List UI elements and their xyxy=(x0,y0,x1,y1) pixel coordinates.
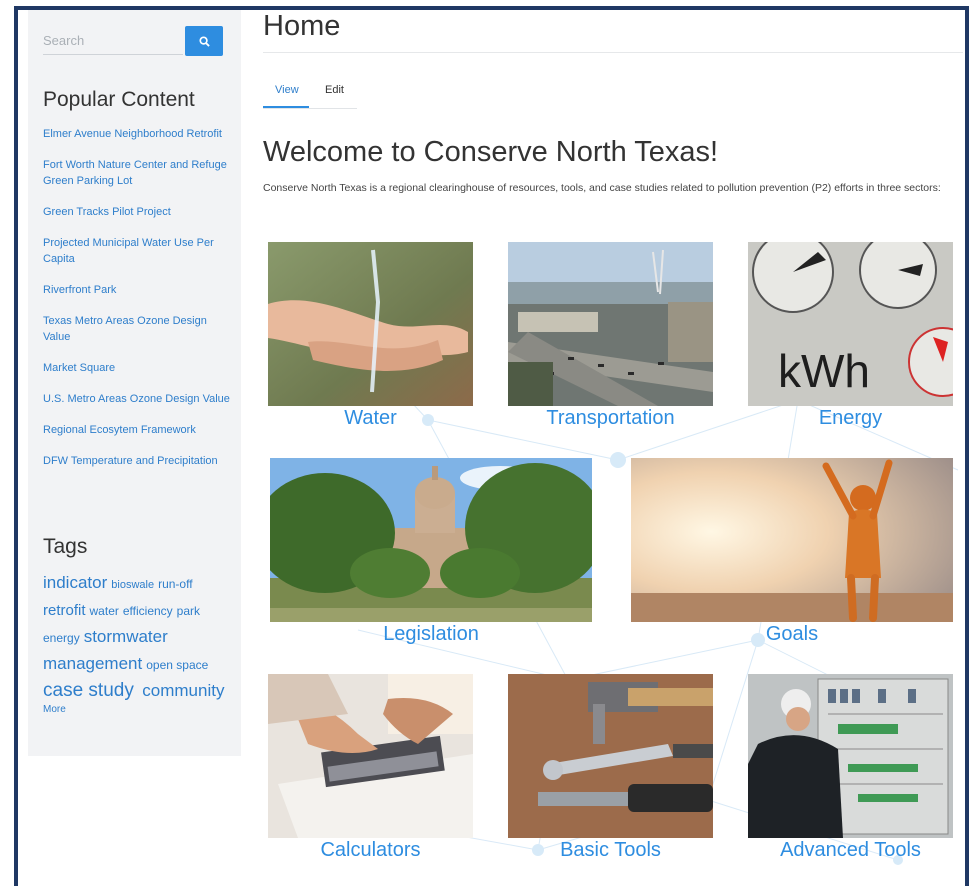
search-bar xyxy=(43,26,224,56)
search-button[interactable] xyxy=(185,26,223,56)
goals-image xyxy=(631,458,953,622)
popular-content-list: Elmer Avenue Neighborhood Retrofit Fort … xyxy=(43,126,233,484)
search-input[interactable] xyxy=(43,26,183,55)
popular-item[interactable]: Fort Worth Nature Center and Refuge Gree… xyxy=(43,157,233,189)
tag-cloud: indicator bioswale run-off retrofit water ef… xyxy=(43,570,233,716)
tile-calculators-label[interactable]: Calculators xyxy=(268,838,473,862)
sidebar: Popular Content Elmer Avenue Neighborhoo… xyxy=(28,10,241,756)
popular-item[interactable]: U.S. Metro Areas Ozone Design Value xyxy=(43,391,233,407)
tile-water-label[interactable]: Water xyxy=(268,406,473,430)
title-divider xyxy=(263,52,963,53)
tile-basic-tools-label[interactable]: Basic Tools xyxy=(508,838,713,862)
water-image xyxy=(268,242,473,406)
popular-item[interactable]: Riverfront Park xyxy=(43,282,233,298)
tile-advanced-tools[interactable]: Advanced Tools xyxy=(748,674,953,870)
transportation-image xyxy=(508,242,713,406)
kwh-label: kWh xyxy=(778,345,870,397)
tag-link[interactable]: case study xyxy=(43,680,134,701)
welcome-heading: Welcome to Conserve North Texas! xyxy=(263,136,719,168)
tab-bar: View Edit xyxy=(263,84,357,109)
tab-view[interactable]: View xyxy=(275,84,299,96)
calculators-image xyxy=(268,674,473,838)
tile-energy[interactable]: kWh Energy xyxy=(748,242,953,438)
search-icon xyxy=(198,35,210,47)
tile-advanced-tools-label[interactable]: Advanced Tools xyxy=(748,838,953,862)
tile-basic-tools[interactable]: Basic Tools xyxy=(508,674,713,870)
tag-link[interactable]: community xyxy=(142,681,224,700)
tile-transportation-label[interactable]: Transportation xyxy=(508,406,713,430)
legislation-image xyxy=(270,458,592,622)
tag-link[interactable]: park xyxy=(177,604,200,618)
energy-image: kWh xyxy=(748,242,953,406)
tile-transportation[interactable]: Transportation xyxy=(508,242,713,438)
tag-link[interactable]: water xyxy=(90,604,119,618)
page-frame: Popular Content Elmer Avenue Neighborhoo… xyxy=(14,6,969,886)
tag-link[interactable]: bioswale xyxy=(111,579,154,591)
page-title: Home xyxy=(263,10,341,42)
active-tab-indicator xyxy=(263,106,309,108)
tile-goals[interactable]: Goals xyxy=(631,458,953,654)
tag-link[interactable]: indicator xyxy=(43,573,107,592)
tag-link[interactable]: retrofit xyxy=(43,602,86,619)
tag-link[interactable]: energy xyxy=(43,631,80,645)
popular-item[interactable]: Market Square xyxy=(43,360,233,376)
basic-tools-image xyxy=(508,674,713,838)
tag-link[interactable]: efficiency xyxy=(123,604,173,618)
tag-link[interactable]: open space xyxy=(146,658,208,672)
popular-item[interactable]: Projected Municipal Water Use Per Capita xyxy=(43,235,233,267)
tab-edit[interactable]: Edit xyxy=(325,84,344,96)
tag-link[interactable]: run-off xyxy=(158,577,192,591)
tile-legislation-label[interactable]: Legislation xyxy=(270,622,592,646)
popular-item[interactable]: Green Tracks Pilot Project xyxy=(43,204,233,220)
tile-water[interactable]: Water xyxy=(268,242,473,438)
tile-energy-label[interactable]: Energy xyxy=(748,406,953,430)
tile-legislation[interactable]: Legislation xyxy=(270,458,592,654)
popular-item[interactable]: Elmer Avenue Neighborhood Retrofit xyxy=(43,126,233,142)
more-tags-link[interactable]: More xyxy=(43,704,233,716)
tile-calculators[interactable]: Calculators xyxy=(268,674,473,870)
popular-item[interactable]: Regional Ecosytem Framework xyxy=(43,422,233,438)
advanced-tools-image xyxy=(748,674,953,838)
intro-text: Conserve North Texas is a regional clear… xyxy=(263,182,941,194)
tile-goals-label[interactable]: Goals xyxy=(631,622,953,646)
popular-item[interactable]: DFW Temperature and Precipitation xyxy=(43,453,233,469)
popular-content-heading: Popular Content xyxy=(43,88,195,111)
popular-item[interactable]: Texas Metro Areas Ozone Design Value xyxy=(43,313,233,345)
tags-heading: Tags xyxy=(43,535,88,558)
